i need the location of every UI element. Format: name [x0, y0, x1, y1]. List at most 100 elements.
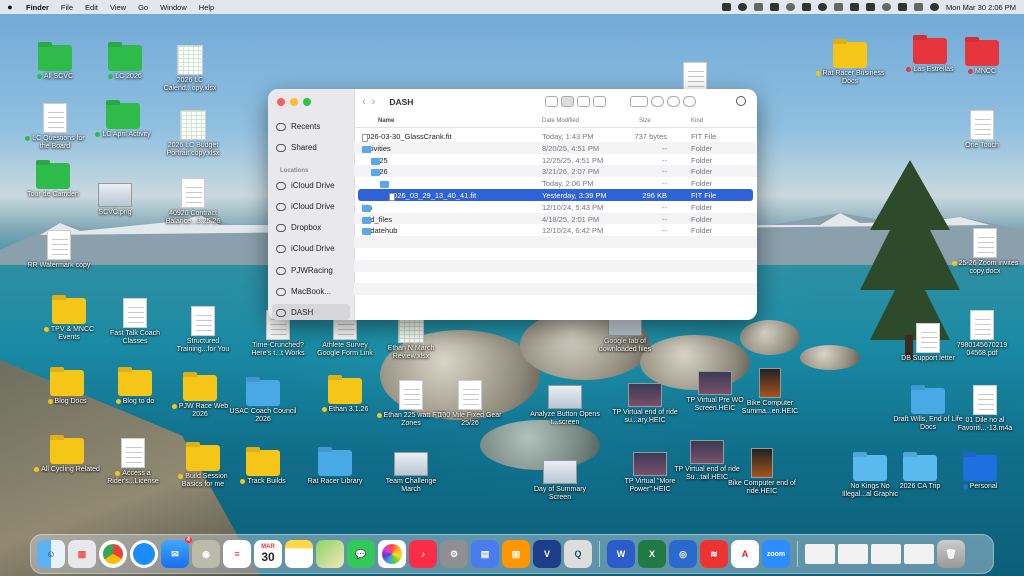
- menu-file[interactable]: File: [55, 3, 79, 12]
- desktop-icon[interactable]: Bike Computer end of ride.HEIC: [727, 448, 797, 496]
- back-forward-buttons[interactable]: ‹›: [362, 96, 381, 108]
- desktop-icon[interactable]: LC Questions for the Board: [20, 103, 90, 151]
- dock-stack-thumbnail[interactable]: [871, 544, 901, 564]
- acrobat-icon[interactable]: A: [731, 540, 759, 568]
- sidebar-item-icloud-drive[interactable]: iCloud Drive: [276, 202, 335, 211]
- launchpad-icon[interactable]: ▦: [68, 540, 96, 568]
- zoom-icon[interactable]: zoom: [762, 540, 790, 568]
- desktop-icon[interactable]: LC April Activity: [88, 103, 158, 139]
- file-row[interactable]: 2026-03-30_GlassCrank.fit Today, 1:43 PM 7…: [354, 130, 757, 142]
- minimize-button[interactable]: [290, 98, 298, 106]
- desktop-icon[interactable]: Blog Docs: [32, 370, 102, 406]
- menu-help[interactable]: Help: [193, 3, 220, 12]
- desktop-icon[interactable]: 25-26 Zoom invites copy.docx: [950, 228, 1020, 276]
- menu-edit[interactable]: Edit: [79, 3, 104, 12]
- preview-icon[interactable]: ▤: [471, 540, 499, 568]
- vpn-icon[interactable]: V: [533, 540, 561, 568]
- desktop-icon[interactable]: All Cycling Related: [32, 438, 102, 474]
- desktop-icon[interactable]: 40920 Contract Balance...3.25.26: [158, 178, 228, 226]
- menu-clock[interactable]: Mon Mar 30 2:06 PM: [946, 3, 1016, 12]
- desktop-icon[interactable]: 01 Dile no al Favoriti...-13.m4a: [950, 385, 1020, 433]
- cloud-icon[interactable]: [785, 3, 795, 11]
- music-icon[interactable]: ♪: [409, 540, 437, 568]
- sidebar-item-icloud-drive[interactable]: iCloud Drive: [276, 181, 335, 190]
- status-app-icon[interactable]: [753, 3, 763, 11]
- desktop-icon[interactable]: Blog to do: [100, 370, 170, 406]
- battery-icon[interactable]: [865, 3, 875, 11]
- sidebar-item-shared[interactable]: Shared: [276, 143, 317, 152]
- books-icon[interactable]: ▥: [502, 540, 530, 568]
- file-row[interactable]: ›updatehub 12/10/24, 6:42 PM -- Folder: [354, 224, 757, 236]
- safari-icon[interactable]: [130, 540, 158, 568]
- timemachine-icon[interactable]: [817, 3, 827, 11]
- desktop-icon[interactable]: RR Watermark copy: [24, 230, 94, 270]
- menu-window[interactable]: Window: [154, 3, 193, 12]
- menu-app-name[interactable]: Finder: [20, 3, 55, 12]
- search-icon[interactable]: [736, 96, 746, 106]
- bluetooth-icon[interactable]: [849, 3, 859, 11]
- column-header-kind[interactable]: Kind: [691, 118, 703, 124]
- file-row[interactable]: 2026_03_29_13_40_41.fit Yesterday, 3:39 P…: [358, 188, 753, 201]
- sidebar-item-recents[interactable]: Recents: [276, 122, 320, 131]
- group-by-button[interactable]: [630, 96, 648, 107]
- zoom-button[interactable]: [303, 98, 311, 106]
- list-view-button[interactable]: [561, 96, 574, 107]
- desktop-icon[interactable]: Team Challenge March: [376, 452, 446, 494]
- search-icon[interactable]: [897, 3, 907, 11]
- finder-window[interactable]: Recents Shared Locations iCloud Drive iC…: [268, 89, 757, 320]
- desktop-icon[interactable]: Access a Rider's...License: [98, 438, 168, 486]
- agent-icon[interactable]: ◎: [669, 540, 697, 568]
- desktop-icon[interactable]: Track Builds: [228, 450, 298, 486]
- file-row[interactable]: ▾activities 8/20/25, 4:51 PM -- Folder: [354, 141, 757, 154]
- menu-view[interactable]: View: [104, 3, 132, 12]
- column-header-name[interactable]: Name: [378, 118, 394, 124]
- dropbox-icon[interactable]: [769, 3, 779, 11]
- file-row[interactable]: ▾2026 3/21/26, 2:07 PM -- Folder: [354, 165, 757, 178]
- chrome-icon[interactable]: [99, 540, 127, 568]
- desktop-icon[interactable]: TPV & MNCC Events: [34, 298, 104, 342]
- desktop-icon[interactable]: PJW Race Web 2026: [165, 375, 235, 419]
- tag-button[interactable]: [667, 96, 680, 107]
- column-header-size[interactable]: Size: [639, 118, 651, 124]
- desktop-icon[interactable]: Rat Racer Business Docs: [815, 42, 885, 86]
- status-app-icon[interactable]: [721, 3, 731, 11]
- desktop-icon[interactable]: Structured Training...for You: [168, 306, 238, 354]
- desktop-icon[interactable]: Personal: [945, 455, 1015, 491]
- status-app-icon[interactable]: [801, 3, 811, 11]
- express-icon[interactable]: ≋: [700, 540, 728, 568]
- quicktime-icon[interactable]: Q: [564, 540, 592, 568]
- desktop-icon[interactable]: Bike Computer Summa...en.HEIC: [735, 368, 805, 416]
- file-row[interactable]: ›bin 12/10/24, 5:43 PM -- Folder: [354, 201, 757, 213]
- desktop-icon[interactable]: LC 2026: [90, 45, 160, 81]
- desktop-icon[interactable]: MNCC: [947, 40, 1017, 76]
- column-header-date[interactable]: Date Modified: [542, 118, 579, 124]
- dock-stack-thumbnail[interactable]: [904, 544, 934, 564]
- sidebar-item-pjwracing[interactable]: PJWRacing: [276, 266, 333, 275]
- apple-menu-icon[interactable]: ●: [0, 2, 20, 12]
- desktop-icon[interactable]: Ethan N March Review.xlsx: [376, 313, 446, 361]
- mail-icon[interactable]: ✉ 4: [161, 537, 192, 568]
- desktop-icon[interactable]: Day of Summary Screen: [525, 460, 595, 502]
- desktop-icon[interactable]: Fast Talk Coach Classes: [100, 298, 170, 346]
- sidebar-item-dash[interactable]: DASH: [276, 308, 313, 317]
- share-button[interactable]: [651, 96, 664, 107]
- reminders-icon[interactable]: ≡: [223, 540, 251, 568]
- desktop-icon[interactable]: Rat Racer Library: [300, 450, 370, 486]
- desktop-icon[interactable]: One Touch: [947, 110, 1017, 150]
- siri-icon[interactable]: [929, 3, 939, 11]
- sidebar-item-dropbox[interactable]: Dropbox: [276, 223, 321, 232]
- column-view-button[interactable]: [577, 96, 590, 107]
- desktop-icon[interactable]: TP Virtual end of ride su...ary.HEIC: [610, 383, 680, 425]
- desktop-icon[interactable]: All SCVC: [20, 45, 90, 81]
- desktop-icon[interactable]: USAC Coach Council 2026: [228, 380, 298, 424]
- calendar-icon[interactable]: MAR 30: [254, 540, 282, 568]
- desktop-icon[interactable]: 2026 LC Budget Portrait copy.xlsx: [158, 110, 228, 158]
- dock-stack-thumbnail[interactable]: [838, 544, 868, 564]
- sidebar-item-macbook[interactable]: MacBook...: [276, 287, 331, 296]
- menu-go[interactable]: Go: [132, 3, 154, 12]
- photos-icon[interactable]: [378, 540, 406, 568]
- maps-icon[interactable]: [316, 540, 344, 568]
- desktop-icon[interactable]: SCVC.png: [80, 183, 150, 217]
- notes-icon[interactable]: [285, 540, 313, 568]
- word-icon[interactable]: W: [607, 540, 635, 568]
